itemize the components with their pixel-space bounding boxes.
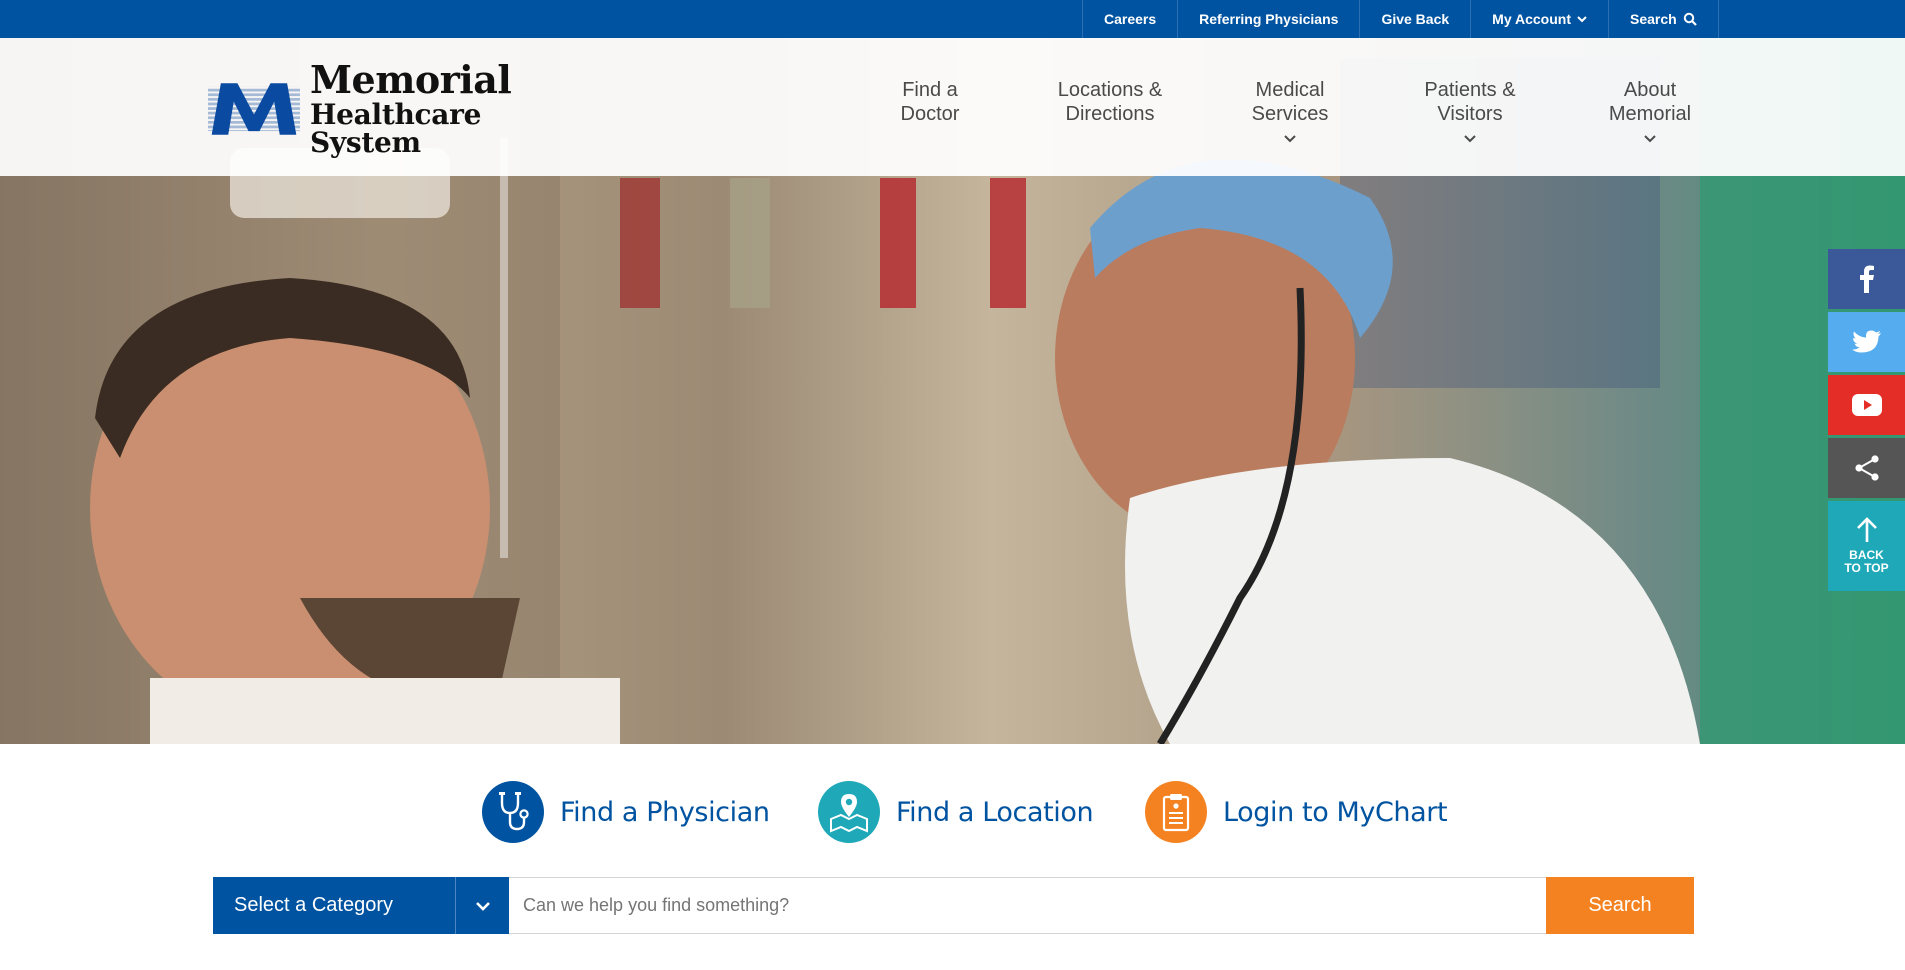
find-a-location-link[interactable]: Find a Location [818, 781, 1094, 843]
youtube-button[interactable] [1828, 375, 1905, 435]
utility-search-button[interactable]: Search [1609, 0, 1719, 38]
facebook-icon [1859, 265, 1874, 293]
facebook-button[interactable] [1828, 249, 1905, 309]
chevron-down-icon [475, 901, 490, 911]
share-button[interactable] [1828, 438, 1905, 498]
utility-link-label: Give Back [1381, 11, 1450, 27]
quick-links: Find a Physician Find a Location Login t… [0, 744, 1905, 970]
twitter-icon [1851, 330, 1881, 353]
clipboard-icon [1145, 781, 1207, 843]
chevron-down-icon [1644, 135, 1656, 143]
utility-link-label: Careers [1104, 11, 1157, 27]
utility-link-my-account[interactable]: My Account [1471, 0, 1609, 38]
twitter-button[interactable] [1828, 312, 1905, 372]
find-a-physician-link[interactable]: Find a Physician [482, 781, 770, 843]
chevron-down-icon [1464, 135, 1476, 143]
nav-item-about-memorial[interactable]: About Memorial [1560, 78, 1740, 143]
utility-link-label: Search [1629, 11, 1677, 27]
chevron-down-icon [1284, 135, 1296, 143]
find-a-physician-label: Find a Physician [560, 796, 770, 828]
logo-line1: Memorial [309, 57, 512, 102]
chevron-down-icon [1577, 16, 1587, 23]
back-to-top-label: TO TOP [1844, 561, 1889, 575]
find-a-location-label: Find a Location [896, 796, 1094, 828]
youtube-icon [1851, 394, 1882, 416]
utility-link-label: Referring Physicians [1199, 11, 1339, 27]
nav-item-patients-visitors[interactable]: Patients & Visitors [1380, 78, 1560, 143]
utility-bar: Careers Referring Physicians Give Back M… [0, 0, 1905, 38]
site-header: Memorial Healthcare System Find a Doctor… [0, 38, 1905, 176]
logo-text: Memorial Healthcare System [310, 61, 578, 157]
stethoscope-icon [482, 781, 544, 843]
utility-nav: Careers Referring Physicians Give Back M… [1082, 0, 1719, 38]
nav-item-label: Patients & Visitors [1424, 79, 1516, 125]
utility-link-give-back[interactable]: Give Back [1360, 0, 1472, 38]
search-input[interactable] [509, 877, 1546, 934]
login-to-mychart-label: Login to MyChart [1223, 796, 1448, 828]
logo-line2: Healthcare System [309, 98, 482, 159]
nav-item-label: About Memorial [1608, 79, 1692, 125]
search-icon [1683, 12, 1697, 26]
share-icon [1854, 455, 1879, 481]
nav-item-locations-directions[interactable]: Locations & Directions [1020, 78, 1200, 143]
login-to-mychart-link[interactable]: Login to MyChart [1145, 781, 1448, 843]
back-to-top-button[interactable]: BACK TO TOP [1828, 501, 1905, 591]
main-nav: Find a Doctor Locations & Directions Med… [840, 78, 1740, 143]
site-logo[interactable]: Memorial Healthcare System [208, 61, 578, 157]
nav-item-label: Locations & Directions [1057, 79, 1163, 125]
nav-item-label: Medical Services [1251, 79, 1329, 125]
social-rail: BACK TO TOP [1828, 249, 1905, 594]
arrow-up-icon [1856, 517, 1877, 542]
utility-link-referring-physicians[interactable]: Referring Physicians [1178, 0, 1361, 38]
category-toggle[interactable] [455, 877, 509, 934]
category-select-label: Select a Category [234, 894, 393, 916]
memorial-logo-mark [208, 83, 300, 135]
nav-item-find-a-doctor[interactable]: Find a Doctor [840, 78, 1020, 143]
utility-link-label: My Account [1492, 11, 1571, 27]
map-pin-icon [818, 781, 880, 843]
nav-item-medical-services[interactable]: Medical Services [1200, 78, 1380, 143]
site-search: Select a Category Search [213, 877, 1694, 934]
nav-item-label: Find a Doctor [900, 79, 960, 125]
utility-link-careers[interactable]: Careers [1083, 0, 1179, 38]
category-select[interactable]: Select a Category [213, 877, 509, 934]
search-button[interactable]: Search [1546, 877, 1694, 934]
